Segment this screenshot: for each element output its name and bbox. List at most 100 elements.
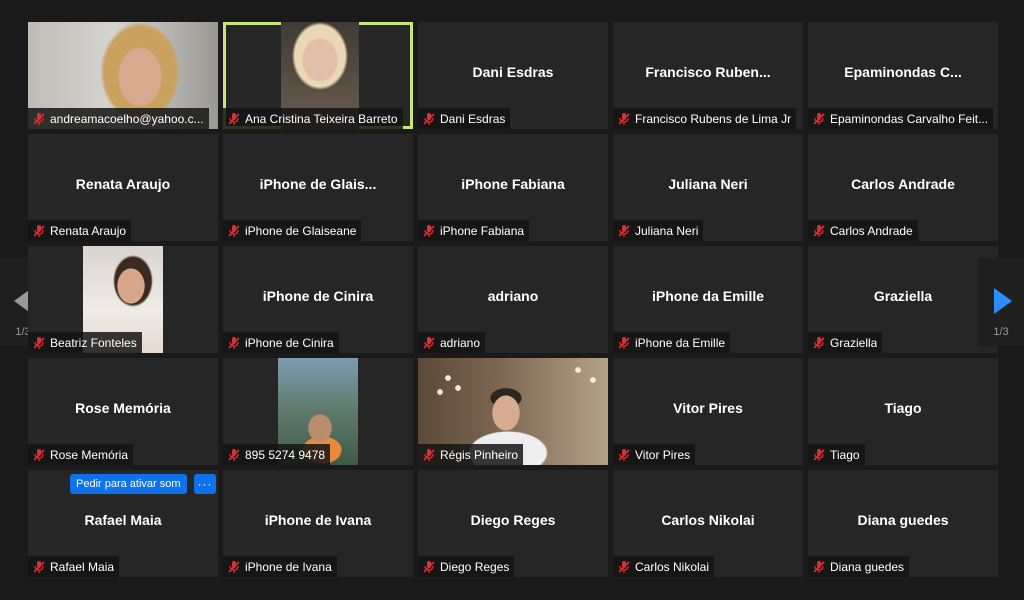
participant-name-label: Graziella <box>808 332 883 353</box>
participant-name-label: Diana guedes <box>808 556 910 577</box>
participant-tile[interactable]: Tiago Tiago <box>808 358 998 465</box>
participant-name-label: Diego Reges <box>418 556 515 577</box>
participant-tile[interactable]: Rose Memória Rose Memória <box>28 358 218 465</box>
muted-mic-icon <box>618 336 630 349</box>
participant-display-name: Epaminondas C... <box>844 64 962 80</box>
participant-name-text: iPhone de Cinira <box>245 335 334 350</box>
muted-mic-icon <box>813 336 825 349</box>
participant-display-name: Rose Memória <box>75 400 171 416</box>
participant-tile[interactable]: Epaminondas C... Epaminondas Carvalho Fei… <box>808 22 998 129</box>
participant-tile[interactable]: Carlos Nikolai Carlos Nikolai <box>613 470 803 577</box>
participant-name-label: Beatriz Fonteles <box>28 332 142 353</box>
participant-name-label: Rafael Maia <box>28 556 120 577</box>
participant-name-text: andreamacoelho@yahoo.c... <box>50 111 204 126</box>
muted-mic-icon <box>228 224 240 237</box>
muted-mic-icon <box>813 560 825 573</box>
next-page-button[interactable]: 1/3 <box>978 258 1024 346</box>
participant-display-name: Carlos Andrade <box>851 176 955 192</box>
participant-tile[interactable]: Diego Reges Diego Reges <box>418 470 608 577</box>
page-indicator: 1/3 <box>993 326 1009 338</box>
participant-tile[interactable]: Beatriz Fonteles <box>28 246 218 353</box>
participant-name-text: Epaminondas Carvalho Feit... <box>830 111 989 126</box>
participant-name-text: Ana Cristina Teixeira Barreto <box>245 111 398 126</box>
more-options-button[interactable]: ··· <box>194 474 216 494</box>
participant-name-label: iPhone da Emille <box>613 332 731 353</box>
participant-name-label: Rose Memória <box>28 444 134 465</box>
participant-tile[interactable]: Dani Esdras Dani Esdras <box>418 22 608 129</box>
participant-display-name: Rafael Maia <box>84 512 162 528</box>
muted-mic-icon <box>33 448 45 461</box>
participant-tile[interactable]: Francisco Ruben... Francisco Rubens de Li… <box>613 22 803 129</box>
participant-display-name: Graziella <box>873 288 933 304</box>
participant-name-label: Tiago <box>808 444 865 465</box>
muted-mic-icon <box>33 560 45 573</box>
participant-display-name: Carlos Nikolai <box>661 512 755 528</box>
participant-name-text: Juliana Neri <box>635 223 699 238</box>
participant-tile[interactable]: Vitor Pires Vitor Pires <box>613 358 803 465</box>
participant-display-name: Juliana Neri <box>668 176 748 192</box>
participant-tile[interactable]: iPhone de Glais... iPhone de Glaiseane <box>223 134 413 241</box>
participant-name-label: 895 5274 9478 <box>223 444 331 465</box>
participant-name-text: Rafael Maia <box>50 559 115 574</box>
participant-name-label: iPhone de Glaiseane <box>223 220 362 241</box>
participant-name-label: Vitor Pires <box>613 444 696 465</box>
muted-mic-icon <box>813 112 825 125</box>
participant-name-text: Diego Reges <box>440 559 510 574</box>
participant-tile[interactable]: Carlos Andrade Carlos Andrade <box>808 134 998 241</box>
participant-display-name: Renata Araujo <box>75 176 171 192</box>
participant-name-text: adriano <box>440 335 481 350</box>
ask-to-unmute-button[interactable]: Pedir para ativar som <box>70 474 187 494</box>
participant-display-name: Dani Esdras <box>472 64 554 80</box>
muted-mic-icon <box>423 112 435 125</box>
participant-name-label: Francisco Rubens de Lima Jr <box>613 108 797 129</box>
muted-mic-icon <box>33 112 45 125</box>
muted-mic-icon <box>33 224 45 237</box>
participant-display-name: iPhone Fabiana <box>461 176 565 192</box>
muted-mic-icon <box>228 560 240 573</box>
muted-mic-icon <box>618 448 630 461</box>
participant-tile[interactable]: Graziella Graziella <box>808 246 998 353</box>
participant-name-label: iPhone Fabiana <box>418 220 530 241</box>
participant-tile[interactable]: Ana Cristina Teixeira Barreto <box>223 22 413 129</box>
participant-tile[interactable]: iPhone Fabiana iPhone Fabiana <box>418 134 608 241</box>
muted-mic-icon <box>33 336 45 349</box>
participant-tile[interactable]: iPhone da Emille iPhone da Emille <box>613 246 803 353</box>
participant-name-text: iPhone da Emille <box>635 335 726 350</box>
participant-name-text: Vitor Pires <box>635 447 691 462</box>
participant-name-text: 895 5274 9478 <box>245 447 326 462</box>
participant-tile[interactable]: Diana guedes Diana guedes <box>808 470 998 577</box>
participant-display-name: iPhone de Cinira <box>262 288 374 304</box>
participant-name-text: Beatriz Fonteles <box>50 335 137 350</box>
participant-tile[interactable]: Régis Pinheiro <box>418 358 608 465</box>
participant-name-text: Renata Araujo <box>50 223 127 238</box>
participant-name-text: Diana guedes <box>830 559 905 574</box>
participant-name-label: Régis Pinheiro <box>418 444 524 465</box>
participant-tile[interactable]: adriano adriano <box>418 246 608 353</box>
participant-name-label: Renata Araujo <box>28 220 132 241</box>
participant-display-name: iPhone da Emille <box>651 288 765 304</box>
muted-mic-icon <box>228 448 240 461</box>
muted-mic-icon <box>228 336 240 349</box>
participant-tile[interactable]: Renata Araujo Renata Araujo <box>28 134 218 241</box>
participant-tile[interactable]: 895 5274 9478 <box>223 358 413 465</box>
participant-name-text: Carlos Nikolai <box>635 559 710 574</box>
participant-display-name: Diana guedes <box>857 512 949 528</box>
participant-tile[interactable]: iPhone de Cinira iPhone de Cinira <box>223 246 413 353</box>
participant-name-label: andreamacoelho@yahoo.c... <box>28 108 209 129</box>
participant-tile[interactable]: andreamacoelho@yahoo.c... <box>28 22 218 129</box>
participant-name-text: Dani Esdras <box>440 111 506 126</box>
participant-name-label: Dani Esdras <box>418 108 511 129</box>
participant-tile[interactable]: Rafael Maia Pedir para ativar som ··· Rafae… <box>28 470 218 577</box>
participant-display-name: Tiago <box>884 400 922 416</box>
participant-name-label: Carlos Andrade <box>808 220 918 241</box>
participant-name-text: Rose Memória <box>50 447 129 462</box>
participant-display-name: iPhone de Glais... <box>259 176 377 192</box>
participant-tile[interactable]: iPhone de Ivana iPhone de Ivana <box>223 470 413 577</box>
participant-display-name: Francisco Ruben... <box>645 64 771 80</box>
muted-mic-icon <box>618 112 630 125</box>
participant-display-name: iPhone de Ivana <box>264 512 372 528</box>
muted-mic-icon <box>423 336 435 349</box>
participant-tile[interactable]: Juliana Neri Juliana Neri <box>613 134 803 241</box>
chevron-right-icon <box>994 288 1012 314</box>
participant-name-label: iPhone de Cinira <box>223 332 339 353</box>
